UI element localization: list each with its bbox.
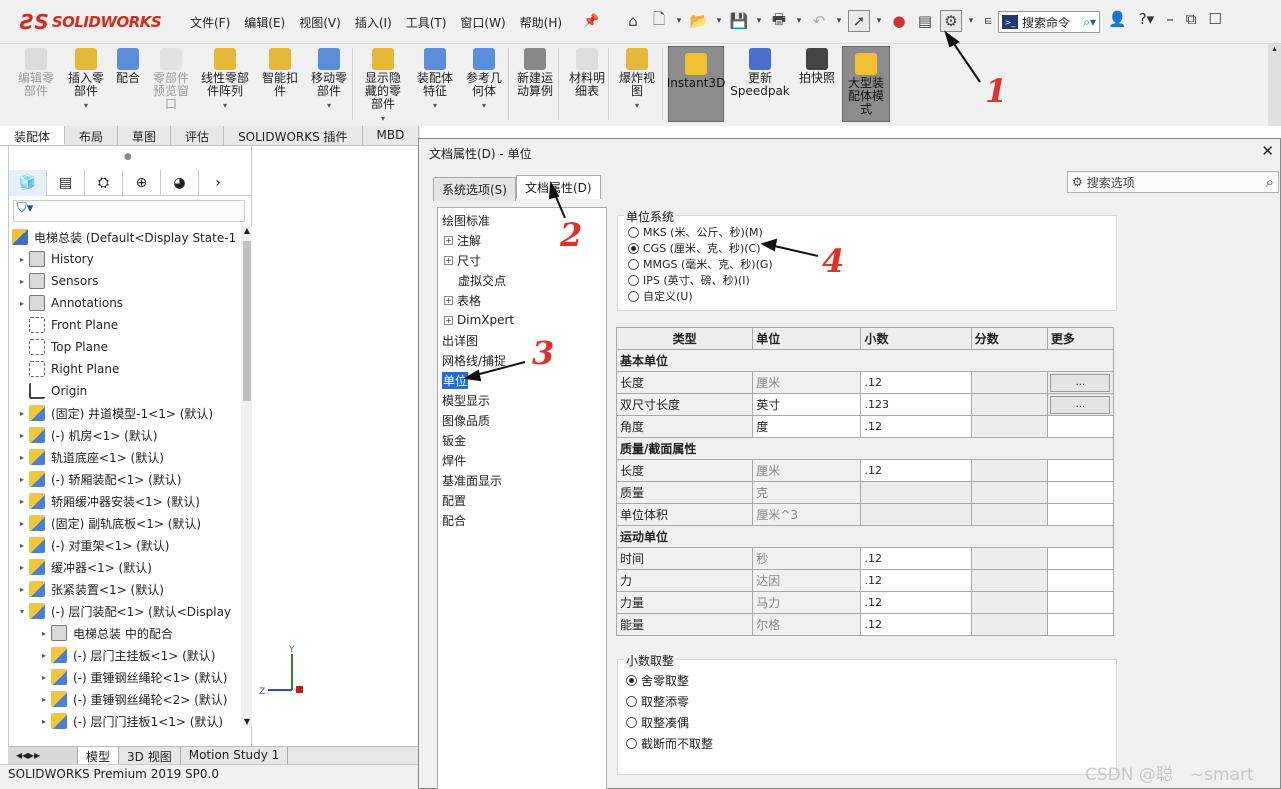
annotation-3: 3 <box>532 334 555 372</box>
annotation-4: 4 <box>822 242 845 280</box>
watermark: CSDN @聪 ~smart <box>1085 765 1254 785</box>
annotation-arrows <box>463 30 981 382</box>
arrow-3-line <box>471 361 526 377</box>
annotation-2: 2 <box>560 216 583 254</box>
annotation-1: 1 <box>985 72 1008 110</box>
arrow-4-line <box>769 244 819 257</box>
arrow-1-head <box>944 30 960 48</box>
solidworks-window: ƧS SOLIDWORKS 文件(F) 编辑(E) 视图(V) 插入(I) 工具(T) 窗… <box>0 0 1281 789</box>
arrow-3-head <box>463 369 482 382</box>
arrow-4-head <box>760 238 778 252</box>
arrow-2-head <box>548 180 560 200</box>
